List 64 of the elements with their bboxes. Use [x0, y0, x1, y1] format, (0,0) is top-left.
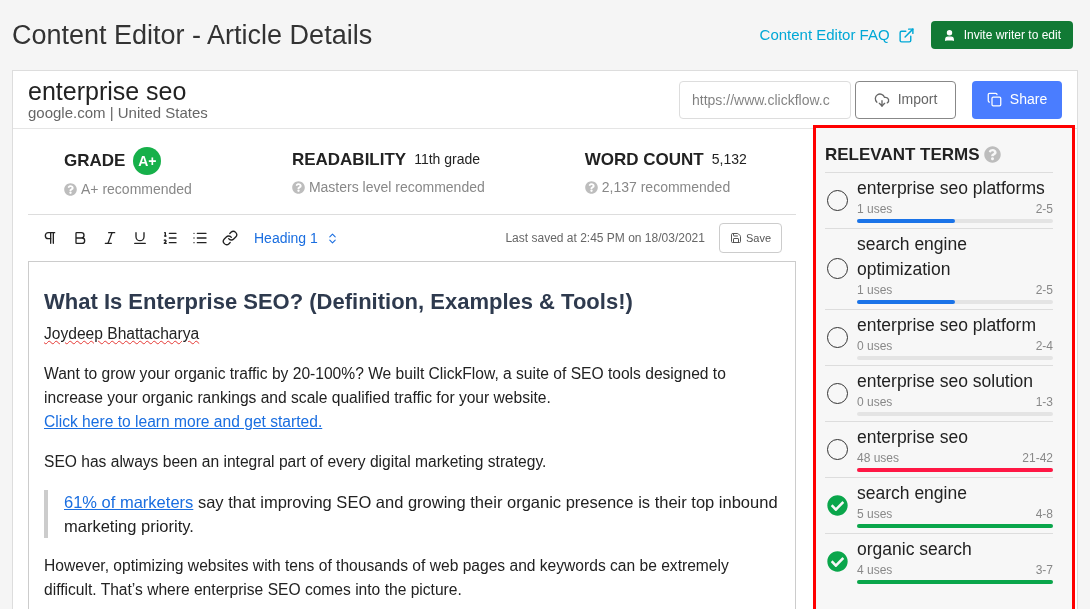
panel-title: RELEVANT TERMS [825, 144, 980, 166]
term-name: enterprise seo platform [857, 313, 1037, 337]
metric-label: READABILITY [291, 149, 407, 171]
import-button[interactable]: Import [855, 80, 956, 119]
term-name: enterprise seo solution [857, 369, 1035, 393]
article-heading: What Is Enterprise SEO? (Definition, Examples & Tools!) [44, 288, 634, 316]
target-range: 2-4 [1035, 337, 1053, 354]
author-name: Joydeep Bhattacharya [44, 324, 201, 344]
grade-badge: A+ [133, 147, 162, 175]
check-icon[interactable] [826, 494, 848, 516]
save-button[interactable]: Save [718, 223, 782, 253]
metric-value: 5,132 [711, 150, 747, 170]
target-range: 2-5 [1035, 281, 1053, 298]
uses-count: 0 uses [857, 337, 893, 354]
bold-icon[interactable] [72, 230, 88, 246]
paragraph-text: Want to grow your organic traffic by 20-100%? We built ClickFlow, a suite of SEO tools designed to increase your organic rankings and scale qualified traffic for your website. Click here to learn more and get started. [44, 364, 727, 432]
uses-count: 48 uses [857, 449, 900, 466]
uses-count: 0 uses [857, 393, 893, 410]
block-style-select[interactable]: Heading 1 [254, 227, 339, 249]
check-icon[interactable] [826, 550, 848, 572]
text-link[interactable]: 61% of marketers [64, 493, 194, 511]
term-name: search engine [857, 481, 968, 505]
cloud-download-icon [873, 91, 890, 108]
pilcrow-icon[interactable] [42, 230, 58, 246]
target-range: 21-42 [1022, 449, 1053, 466]
bullet-list-icon[interactable] [192, 230, 208, 246]
term-name: search engine optimization [857, 232, 968, 281]
invite-button[interactable]: Invite writer to edit [930, 21, 1073, 49]
quote-text: 61% of marketers say that improving SEO and growing their organic presence is their top inbound marketing priority. [64, 492, 779, 537]
italic-icon[interactable] [102, 230, 118, 246]
numbered-list-icon[interactable] [162, 230, 178, 246]
target-range: 3-7 [1035, 561, 1053, 578]
editor-area[interactable] [28, 261, 796, 609]
term-name: organic search [857, 537, 973, 561]
target-range: 4-8 [1035, 505, 1053, 522]
uses-count: 1 uses [857, 281, 893, 298]
faq-link[interactable]: Content Editor FAQ [759, 23, 915, 47]
paragraph-text: However, optimizing websites with tens of thousands of web pages and keywords can be extremely difficult. That’s where enterprise SEO comes into the picture. [44, 556, 730, 600]
term-name: enterprise seo [857, 425, 969, 449]
keyword-title: enterprise seo [28, 77, 188, 104]
external-link-icon [897, 26, 915, 44]
last-saved-text: Last saved at 2:45 PM on 18/03/2021 [505, 230, 705, 247]
metric-hint: 2,137 recommended [601, 177, 731, 197]
share-button[interactable]: Share [972, 80, 1062, 119]
term-name: enterprise seo platforms [857, 176, 1046, 200]
page-title: Content Editor - Article Details [12, 18, 374, 52]
text-link[interactable]: Click here to learn more and get started. [44, 413, 323, 430]
uses-count: 1 uses [857, 200, 893, 217]
floppy-icon [729, 232, 742, 244]
target-range: 1-3 [1035, 393, 1053, 410]
uses-count: 4 uses [857, 561, 893, 578]
url-field[interactable]: https://www.clickflow.c [679, 80, 851, 119]
metric-label: WORD COUNT [584, 149, 704, 171]
metric-hint: Masters level recommended [308, 177, 485, 197]
person-icon [942, 28, 956, 42]
paragraph-text: SEO has always been an integral part of every digital marketing strategy. [44, 452, 548, 472]
underline-icon[interactable] [132, 230, 148, 246]
link-icon[interactable] [222, 230, 238, 246]
metric-label: GRADE [64, 150, 126, 173]
target-range: 2-5 [1035, 200, 1053, 217]
copy-icon [986, 92, 1002, 107]
uses-count: 5 uses [857, 505, 893, 522]
metric-value: 11th grade [414, 150, 481, 170]
metric-hint: A+ recommended [81, 180, 192, 199]
